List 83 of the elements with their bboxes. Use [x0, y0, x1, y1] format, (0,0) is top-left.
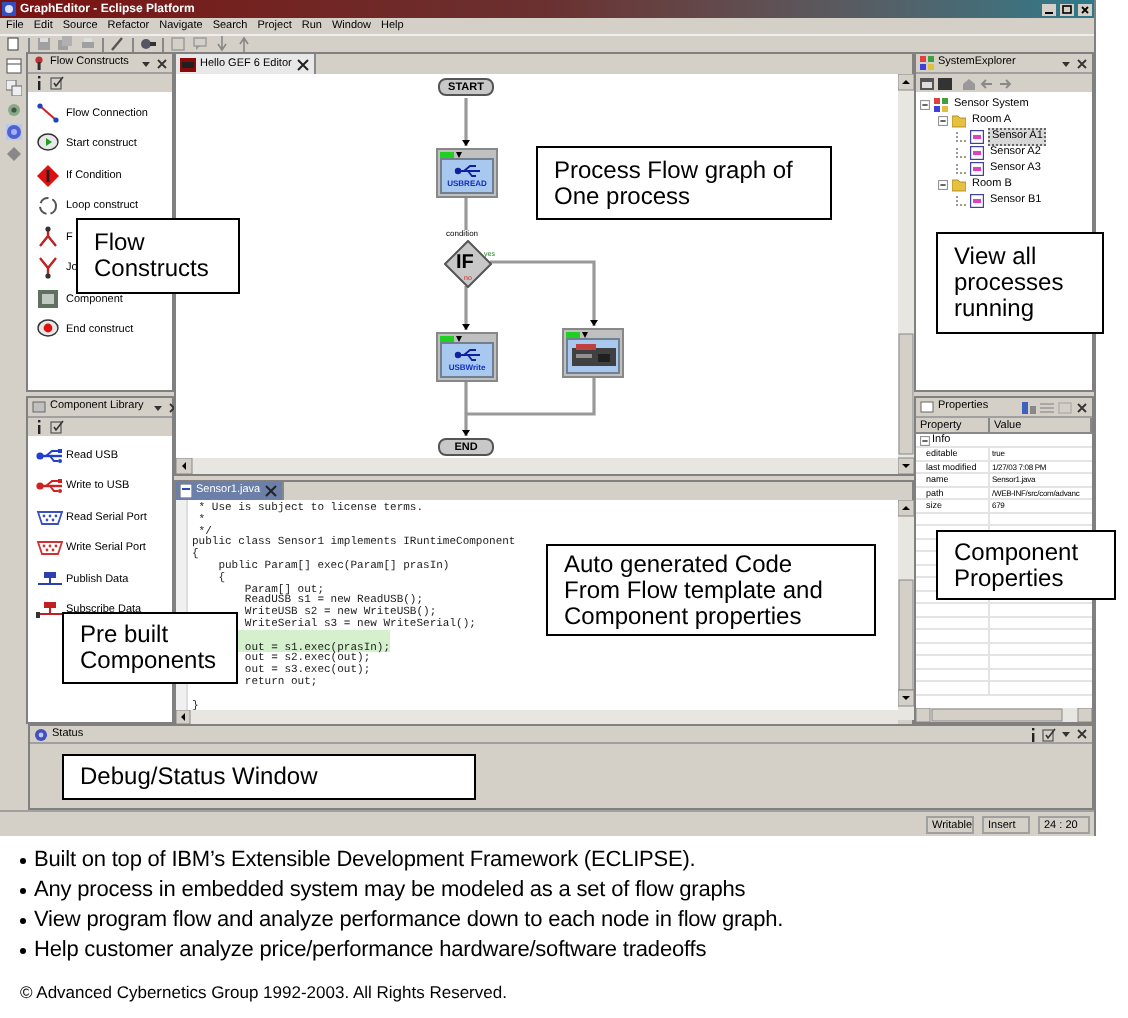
component-node[interactable] [562, 328, 624, 378]
join-icon [36, 256, 60, 281]
status-led-icon [440, 151, 454, 157]
globe-icon[interactable] [5, 124, 21, 140]
status-icon [34, 727, 48, 741]
properties-icon [920, 400, 934, 414]
start-icon [36, 132, 60, 157]
copy-icon[interactable] [5, 80, 21, 96]
bullet-icon [20, 948, 26, 954]
callout-text: View all processes running [954, 244, 1066, 322]
close-icon[interactable] [1076, 728, 1088, 740]
status-led-icon [566, 331, 580, 337]
bullet-text: Help customer analyze price/performance hardware/software tradeoffs [34, 936, 707, 967]
run-icon[interactable] [140, 36, 156, 52]
close-icon[interactable] [1076, 57, 1088, 69]
callout-text: Process Flow graph of One process [554, 157, 795, 209]
node-label: IF [456, 254, 474, 274]
stop-icon[interactable] [938, 77, 952, 89]
dropdown-icon[interactable] [1060, 728, 1072, 740]
info-icon[interactable] [34, 420, 44, 434]
sensor-icon [970, 193, 984, 207]
close-icon[interactable] [156, 57, 168, 69]
vertical-scrollbar[interactable] [898, 74, 914, 474]
pencil-icon[interactable] [110, 36, 126, 52]
bullet-text: Built on top of IBM’s Extensible Development Framework (ECLIPSE). [34, 846, 696, 877]
connector-line [462, 286, 470, 330]
close-icon[interactable] [1078, 3, 1092, 15]
vertical-scrollbar[interactable] [898, 500, 914, 720]
horizontal-scrollbar[interactable] [176, 710, 898, 725]
device-icon [569, 342, 617, 370]
loop-icon [36, 194, 60, 219]
collapse-icon[interactable] [920, 99, 930, 109]
checklist-icon[interactable] [50, 76, 64, 90]
connection-icon [36, 101, 60, 126]
horizontal-scrollbar[interactable] [176, 458, 898, 474]
dropdown-icon[interactable] [151, 401, 164, 413]
status-led-icon [440, 335, 454, 341]
condition-node[interactable] [444, 240, 492, 288]
connector-line [490, 260, 598, 326]
diamond-icon [36, 163, 60, 188]
folder-icon [952, 113, 966, 127]
bullet-text: Any process in embedded system may be modeled as a set of flow graphs [34, 876, 746, 907]
dropdown-icon[interactable] [1060, 57, 1072, 69]
callout-text: Auto generated Code From Flow template and Component properties [564, 551, 825, 629]
minimize-icon[interactable] [1042, 3, 1056, 15]
dropdown-icon[interactable] [140, 57, 152, 69]
close-icon[interactable] [295, 57, 310, 71]
horizontal-scrollbar[interactable] [916, 708, 1092, 722]
bullet-icon [20, 888, 26, 894]
usb-icon [453, 164, 481, 178]
info-icon[interactable] [34, 76, 44, 90]
new-icon[interactable] [6, 36, 22, 52]
collapse-icon[interactable] [938, 179, 948, 189]
app-icon [2, 2, 16, 16]
bullet-text: View program flow and analyze performance down to each node in flow graph. [34, 906, 784, 937]
folder-icon [952, 177, 966, 191]
fork-icon [36, 225, 60, 250]
collapse-icon[interactable] [920, 435, 930, 445]
checklist-icon[interactable] [50, 420, 64, 434]
callout-text: Flow Constructs [94, 230, 211, 282]
callout-text: Component Properties [954, 539, 1081, 591]
connector-line [462, 98, 470, 146]
maximize-icon[interactable] [1060, 3, 1074, 15]
bullet-icon [20, 858, 26, 864]
close-icon[interactable] [1076, 401, 1088, 413]
callout-text: Debug/Status Window [80, 764, 320, 790]
collapse-icon[interactable] [938, 115, 948, 125]
library-icon [32, 400, 46, 414]
copyright-text: © Advanced Cybernetics Group 1992-2003. All Rights Reserved. [20, 980, 509, 1006]
editor-icon [180, 57, 196, 71]
bullet-icon [20, 918, 26, 924]
sort-icon[interactable] [1022, 401, 1036, 413]
flow-icon [32, 56, 46, 70]
window-icon[interactable] [920, 77, 934, 89]
end-icon [36, 318, 60, 343]
explorer-icon [920, 56, 934, 70]
grid-icon [934, 97, 948, 111]
component-icon [36, 287, 60, 312]
checklist-icon[interactable] [1042, 727, 1056, 741]
usb-icon [453, 348, 481, 362]
layout-icon[interactable] [5, 58, 21, 74]
info-icon[interactable] [1028, 727, 1038, 741]
flower-icon[interactable] [5, 102, 21, 118]
